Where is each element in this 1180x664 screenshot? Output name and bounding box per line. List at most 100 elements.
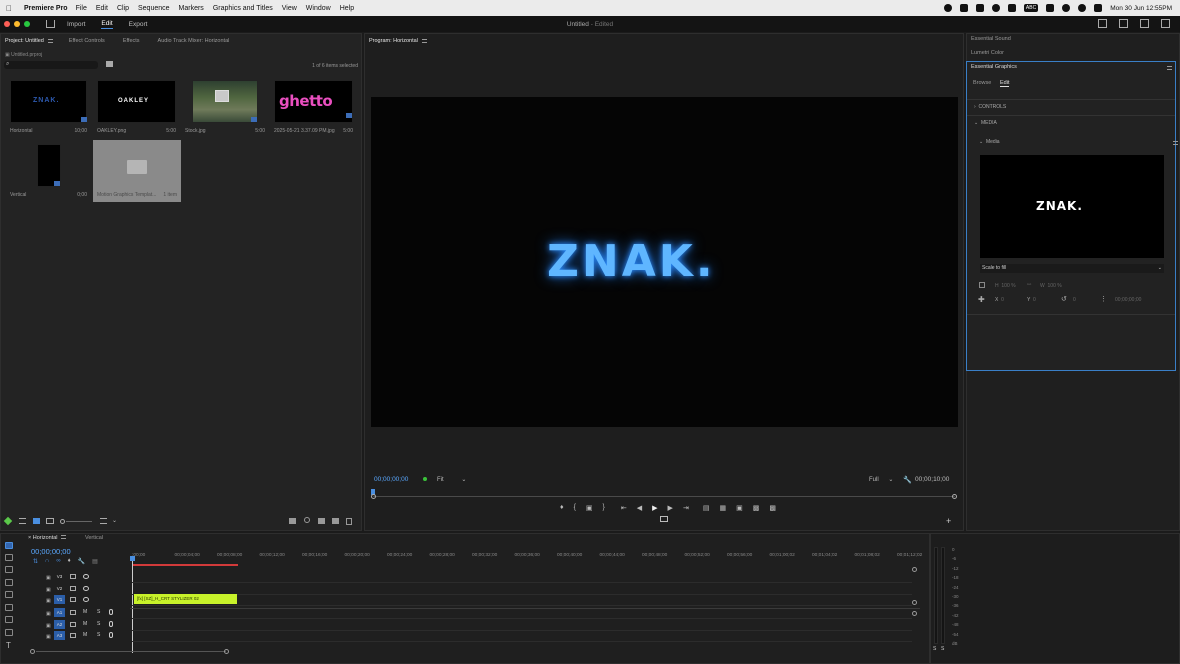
add-marker-icon[interactable]: ♦ <box>560 504 564 512</box>
share-icon[interactable] <box>1119 19 1128 28</box>
vertical-zoom-handle[interactable] <box>912 600 917 605</box>
menu-edit[interactable]: Edit <box>96 5 108 12</box>
track-select-tool-icon[interactable] <box>5 554 13 561</box>
bluetooth-icon[interactable] <box>1007 4 1016 12</box>
button-editor-plus-icon[interactable]: + <box>946 516 951 526</box>
mark-out-icon[interactable]: } <box>603 504 605 512</box>
move-icon[interactable]: ✚ <box>978 295 985 304</box>
slip-tool-icon[interactable] <box>5 591 13 598</box>
tab-edit[interactable]: Edit <box>1000 80 1010 87</box>
track-lane[interactable] <box>132 605 912 606</box>
timeline-clip[interactable]: [fx] [SZ]_H_CRT STYLIZER 02 <box>134 594 237 604</box>
new-item-icon[interactable] <box>318 518 325 524</box>
battery-icon[interactable] <box>1046 4 1055 12</box>
width-field[interactable]: W 100 % <box>1040 283 1062 289</box>
menu-markers[interactable]: Markers <box>179 5 204 12</box>
menu-view[interactable]: View <box>282 5 297 12</box>
program-scrubber[interactable] <box>373 496 955 497</box>
lift-icon[interactable]: ▤ <box>703 504 710 512</box>
track-lock-icon[interactable]: ▣ <box>46 575 51 581</box>
sync-lock-icon[interactable] <box>70 586 76 591</box>
extract-icon[interactable]: ▦ <box>719 504 726 512</box>
vertical-zoom-handle[interactable] <box>912 611 917 616</box>
sync-lock-icon[interactable] <box>70 574 76 579</box>
track-target-a3[interactable]: A3 <box>54 631 65 640</box>
icon-view-icon[interactable] <box>33 518 40 524</box>
align-icon[interactable] <box>979 282 985 288</box>
media-menu-icon[interactable] <box>1172 141 1178 145</box>
track-lock-icon[interactable]: ▣ <box>46 634 51 640</box>
sort-icon[interactable] <box>100 518 107 524</box>
rectangle-tool-icon[interactable] <box>5 616 13 623</box>
tab-effects[interactable]: Effects <box>123 38 140 44</box>
snap-icon[interactable]: ∩ <box>45 558 49 565</box>
pen-tool-icon[interactable] <box>5 604 13 611</box>
panel-menu-icon[interactable] <box>61 535 67 539</box>
menu-window[interactable]: Window <box>306 5 331 12</box>
focus-icon[interactable] <box>991 4 1000 12</box>
clock[interactable]: Mon 30 Jun 12:55PM <box>1110 5 1172 12</box>
controls-section[interactable]: › CONTROLS <box>974 104 1006 110</box>
tab-effect-controls[interactable]: Effect Controls <box>69 38 105 44</box>
solo-right-button[interactable]: S <box>941 646 944 652</box>
track-visibility-icon[interactable] <box>83 597 89 602</box>
in-zoom-handle[interactable] <box>371 494 376 499</box>
voiceover-mic-icon[interactable] <box>109 632 113 638</box>
solo-button[interactable]: S <box>97 632 100 638</box>
tab-browse[interactable]: Browse <box>973 80 991 86</box>
program-monitor-title[interactable]: Program: Horizontal <box>369 38 418 44</box>
wrench-icon[interactable]: 🔧 <box>78 558 85 565</box>
step-back-icon[interactable]: ◀ <box>637 504 642 512</box>
quick-export-icon[interactable] <box>1140 19 1149 28</box>
playhead-timecode[interactable]: 00;00;00;00 <box>374 476 408 483</box>
menu-help[interactable]: Help <box>340 5 354 12</box>
menu-file[interactable]: File <box>76 5 87 12</box>
fullscreen-icon[interactable] <box>1161 19 1170 28</box>
safe-margins-icon[interactable] <box>660 516 668 522</box>
media-section[interactable]: ⌄ MEDIA <box>974 120 997 126</box>
menu-graphics[interactable]: Graphics and Titles <box>213 5 273 12</box>
type-tool-icon[interactable]: T <box>6 641 11 650</box>
find-icon[interactable] <box>304 517 310 523</box>
lumetri-color-tab[interactable]: Lumetri Color <box>971 50 1004 56</box>
script-icon[interactable] <box>975 4 984 12</box>
playhead-handle[interactable] <box>130 556 135 561</box>
track-lane[interactable] <box>132 594 912 595</box>
link-icon[interactable]: ⚯ <box>1027 282 1031 288</box>
solo-left-button[interactable]: S <box>933 646 936 652</box>
panel-menu-icon[interactable] <box>421 39 427 43</box>
play-icon[interactable]: ▶ <box>652 504 657 512</box>
sync-lock-icon[interactable] <box>70 610 76 615</box>
y-position-field[interactable]: Y 0 <box>1027 297 1036 303</box>
time-field[interactable]: 00;00;00;00 <box>1115 297 1141 303</box>
hand-tool-icon[interactable] <box>5 629 13 636</box>
wrench-icon[interactable]: 🔧 <box>903 476 912 484</box>
solo-button[interactable]: S <box>97 621 100 627</box>
track-lane[interactable] <box>132 582 912 583</box>
captions-icon[interactable]: ▤ <box>92 558 98 565</box>
go-to-out-icon[interactable]: ⇥ <box>683 504 689 512</box>
search-icon[interactable] <box>1078 4 1087 12</box>
control-center-icon[interactable] <box>1094 4 1103 12</box>
scale-select[interactable]: Scale to fill ⌄ <box>980 264 1164 273</box>
track-lane[interactable] <box>132 641 912 642</box>
zoom-slider-handle[interactable] <box>60 519 65 524</box>
go-to-in-icon[interactable]: ⇤ <box>621 504 627 512</box>
menu-sequence[interactable]: Sequence <box>138 5 170 12</box>
razor-tool-icon[interactable] <box>5 579 13 586</box>
track-lock-icon[interactable]: ▣ <box>46 587 51 593</box>
panel-menu-icon[interactable] <box>47 39 53 43</box>
mark-in-icon[interactable]: { <box>574 504 576 512</box>
track-visibility-icon[interactable] <box>83 586 89 591</box>
sync-lock-icon[interactable] <box>70 622 76 627</box>
tab-project[interactable]: Project: Untitled <box>5 38 44 44</box>
media-subsection[interactable]: ⌄ Media <box>979 139 1000 145</box>
trash-icon[interactable] <box>346 518 352 525</box>
creative-cloud-icon[interactable] <box>959 4 968 12</box>
track-target-v3[interactable]: V3 <box>54 572 65 581</box>
insert-icon[interactable]: ▣ <box>586 504 593 512</box>
panel-menu-icon[interactable] <box>1167 66 1172 70</box>
timeline-timecode[interactable]: 00;00;00;00 <box>31 547 71 556</box>
linked-selection-icon[interactable]: ∞ <box>56 558 60 565</box>
height-field[interactable]: H 100 % <box>995 283 1016 289</box>
